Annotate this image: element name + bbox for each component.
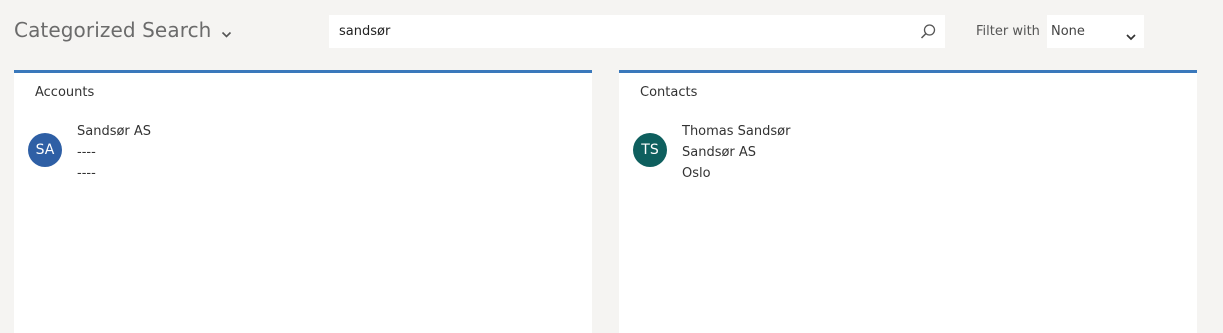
- avatar: SA: [28, 133, 62, 167]
- categorized-search-page: Categorized Search Filter with None Acco…: [0, 0, 1223, 333]
- filter-selected-value: None: [1051, 24, 1085, 39]
- account-detail-line: ----: [77, 145, 96, 160]
- result-details: Thomas Sandsør Sandsør AS Oslo: [682, 121, 790, 184]
- contact-result-item[interactable]: TS Thomas Sandsør Sandsør AS Oslo: [633, 121, 790, 184]
- chevron-down-icon: [1126, 27, 1136, 41]
- account-detail-line: ----: [77, 166, 96, 181]
- result-details: Sandsør AS ---- ----: [77, 121, 151, 184]
- filter-select[interactable]: None: [1047, 15, 1144, 48]
- search-box: [329, 14, 945, 49]
- avatar: TS: [633, 133, 667, 167]
- contact-name: Thomas Sandsør: [682, 124, 791, 139]
- contact-city: Oslo: [682, 166, 711, 181]
- page-title: Categorized Search: [14, 18, 212, 42]
- chevron-down-icon: [221, 25, 232, 38]
- account-result-item[interactable]: SA Sandsør AS ---- ----: [28, 121, 151, 184]
- contacts-panel: Contacts TS Thomas Sandsør Sandsør AS Os…: [619, 70, 1197, 333]
- accounts-panel: Accounts SA Sandsør AS ---- ----: [14, 70, 592, 333]
- accounts-panel-title: Accounts: [35, 85, 95, 100]
- contacts-panel-title: Contacts: [640, 85, 698, 100]
- filter-label: Filter with: [976, 24, 1040, 39]
- account-name: Sandsør AS: [77, 124, 152, 139]
- search-icon[interactable]: [919, 23, 937, 41]
- view-selector[interactable]: Categorized Search: [14, 18, 232, 42]
- search-input[interactable]: [329, 14, 911, 49]
- contact-company: Sandsør AS: [682, 145, 757, 160]
